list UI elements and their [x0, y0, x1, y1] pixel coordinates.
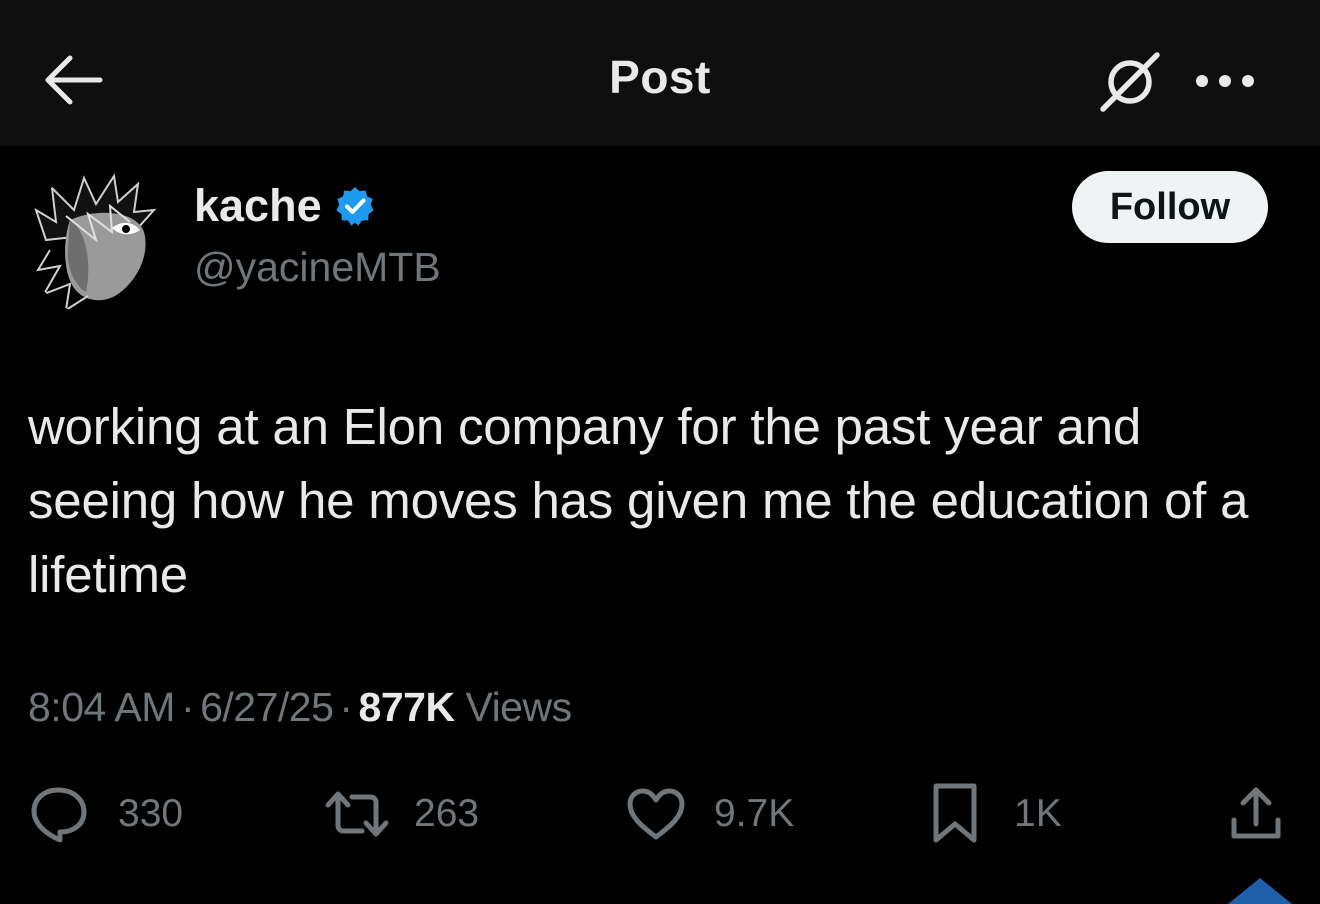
post-time[interactable]: 8:04 AM — [28, 684, 175, 730]
bookmark-button[interactable]: 1K — [930, 782, 1062, 846]
post-text: working at an Elon company for the past … — [28, 398, 1249, 603]
post-date[interactable]: 6/27/25 — [200, 684, 334, 730]
meta-separator: · — [180, 684, 195, 730]
heart-icon — [627, 788, 685, 840]
share-button[interactable] — [1226, 782, 1286, 846]
meta-separator: · — [339, 684, 353, 730]
like-count: 9.7K — [714, 792, 795, 835]
grok-button[interactable] — [1094, 46, 1164, 116]
reply-button[interactable]: 330 — [28, 782, 183, 846]
author-handle[interactable]: @yacineMTB — [194, 244, 441, 291]
scroll-indicator — [1228, 878, 1292, 904]
reply-icon — [31, 787, 87, 843]
reply-count: 330 — [118, 792, 184, 835]
more-dots-icon — [1196, 75, 1254, 87]
grok-icon — [1100, 52, 1160, 112]
like-button[interactable]: 9.7K — [626, 782, 794, 846]
repost-icon — [325, 791, 389, 837]
bookmark-icon — [933, 783, 977, 843]
repost-count: 263 — [414, 792, 480, 835]
bookmark-count: 1K — [1014, 792, 1062, 835]
avatar-image — [26, 170, 172, 316]
author-avatar[interactable] — [26, 170, 172, 316]
more-options-button[interactable] — [1190, 56, 1260, 106]
top-bar: Post — [0, 0, 1320, 146]
views-label[interactable]: Views — [465, 684, 572, 730]
repost-button[interactable]: 263 — [324, 782, 479, 846]
follow-button[interactable]: Follow — [1072, 171, 1268, 243]
share-icon — [1231, 787, 1281, 839]
author-display-name[interactable]: kache — [194, 180, 322, 232]
post-meta: 8:04 AM · 6/27/25 · 877K Views — [28, 684, 572, 731]
author-name-row: kache — [194, 178, 376, 234]
verified-badge-icon[interactable] — [334, 185, 376, 227]
views-count[interactable]: 877K — [359, 684, 456, 730]
